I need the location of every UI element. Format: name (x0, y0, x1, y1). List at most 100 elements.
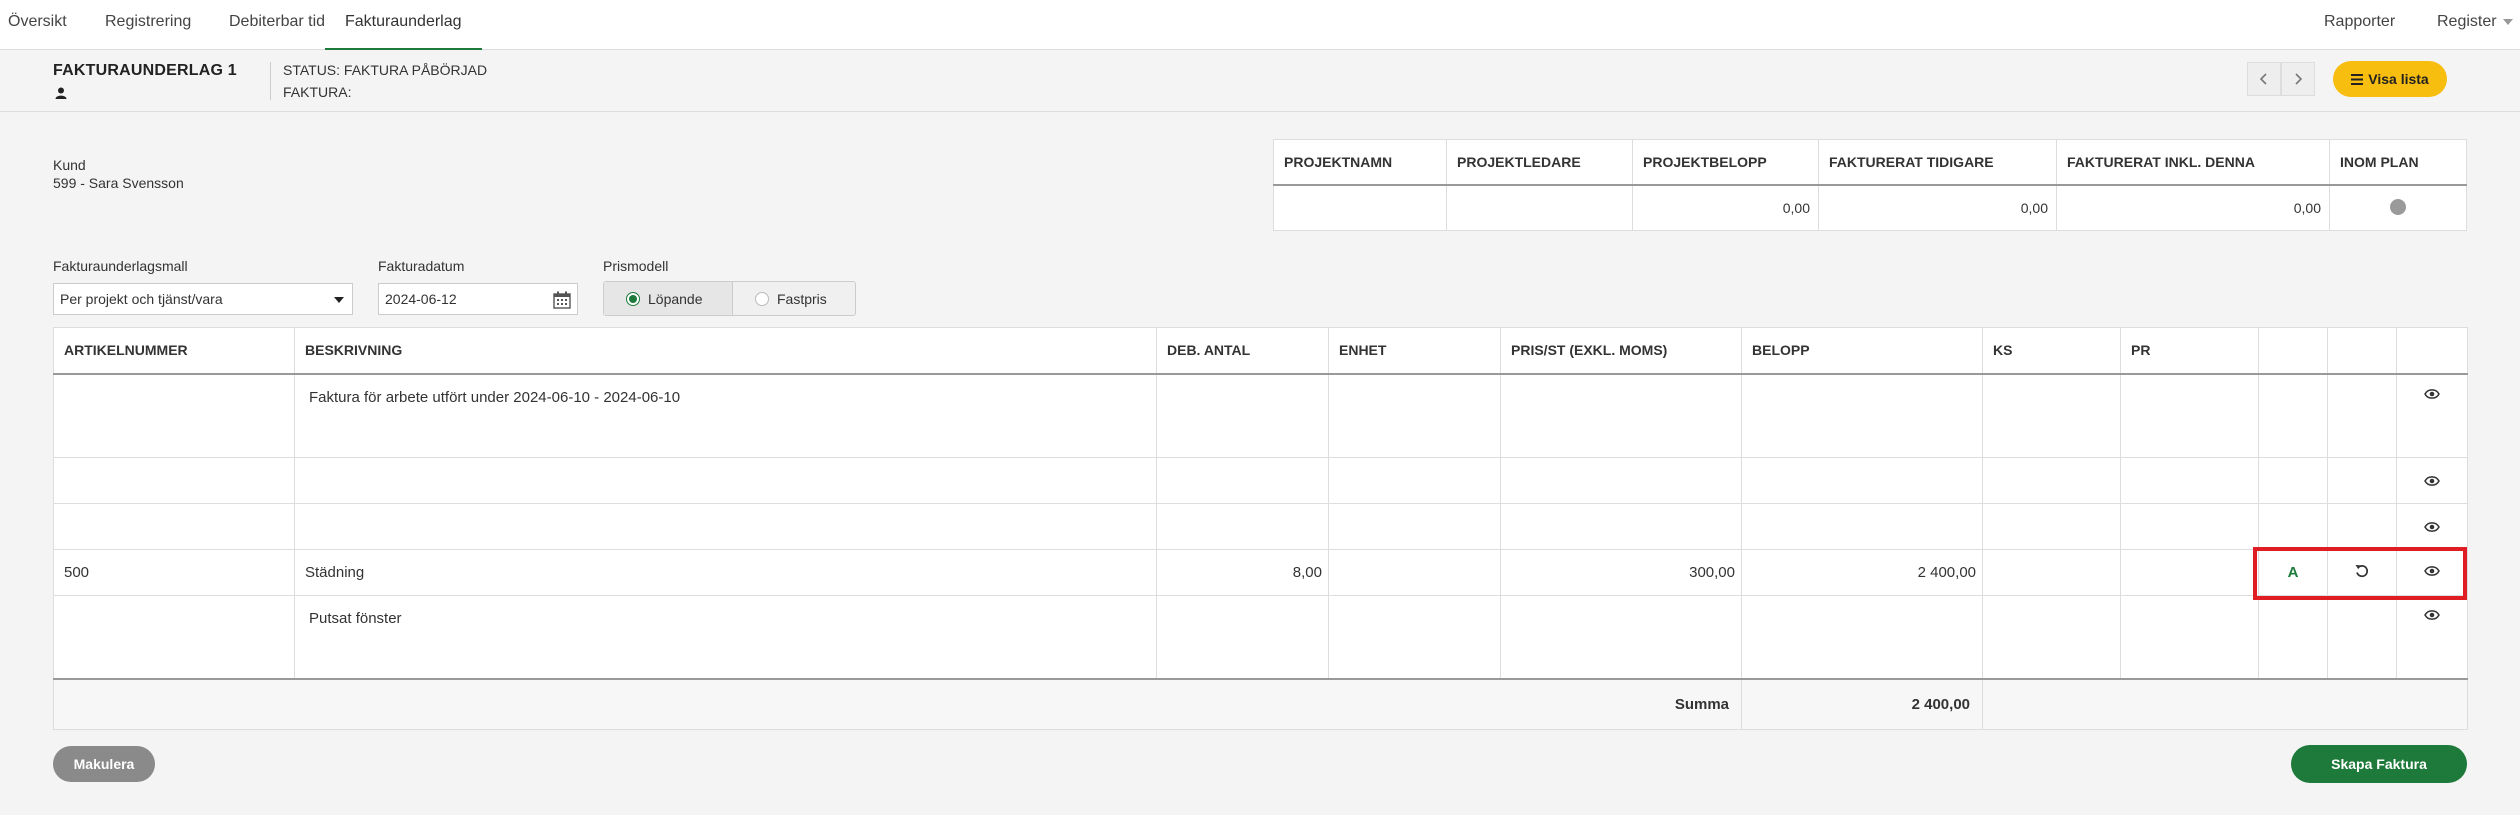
col-projektbelopp: PROJEKTBELOPP (1632, 139, 1819, 186)
eye-icon[interactable] (2424, 388, 2440, 400)
faktura-text: FAKTURA: (283, 84, 352, 100)
customer-value: 599 - Sara Svensson (53, 175, 184, 191)
row-view-cell (2396, 503, 2468, 550)
tab-oversikt[interactable]: Översikt (8, 0, 67, 50)
row-ks (1982, 457, 2121, 504)
col-pr: PR (2120, 327, 2259, 375)
row-action-2 (2327, 595, 2397, 679)
row-description[interactable] (294, 503, 1157, 550)
row-pr (2120, 457, 2259, 504)
row-qty: 8,00 (1156, 549, 1329, 596)
project-summary-table: PROJEKTNAMN PROJEKTLEDARE PROJEKTBELOPP … (1273, 139, 2467, 231)
row-price (1500, 595, 1742, 679)
col-action-3 (2396, 327, 2468, 375)
project-name (1273, 185, 1447, 231)
tab-fakturaunderlag[interactable]: Fakturaunderlag (325, 0, 482, 50)
row-pr (2120, 595, 2259, 679)
row-pr (2120, 503, 2259, 550)
col-enhet: ENHET (1328, 327, 1501, 375)
row-ks (1982, 595, 2121, 679)
visa-lista-button[interactable]: Visa lista (2333, 61, 2447, 97)
col-fakturerat-tidigare: FAKTURERAT TIDIGARE (1818, 139, 2057, 186)
row-unit (1328, 457, 1501, 504)
row-description[interactable] (294, 457, 1157, 504)
col-ks: KS (1982, 327, 2121, 375)
template-select-value: Per projekt och tjänst/vara (60, 291, 223, 307)
customer-label: Kund (53, 157, 86, 173)
row-ks (1982, 503, 2121, 550)
date-input[interactable]: 2024-06-12 (378, 283, 578, 315)
row-ks (1982, 549, 2121, 596)
radio-fastpris-label: Fastpris (777, 290, 827, 307)
col-projektnamn: PROJEKTNAMN (1273, 139, 1447, 186)
col-projektledare: PROJEKTLEDARE (1446, 139, 1633, 186)
table-row (53, 457, 2468, 504)
row-action-2 (2327, 373, 2397, 458)
chevron-right-icon (2295, 73, 2303, 85)
row-description[interactable]: Städning (294, 549, 1157, 596)
row-amount: 2 400,00 (1741, 549, 1983, 596)
top-nav: Översikt Registrering Debiterbar tid Fak… (0, 0, 2520, 50)
row-unit (1328, 549, 1501, 596)
row-qty (1156, 503, 1329, 550)
row-qty (1156, 457, 1329, 504)
page-title: FAKTURAUNDERLAG 1 (53, 62, 237, 79)
visa-lista-label: Visa lista (2368, 71, 2429, 87)
row-article (53, 373, 295, 458)
row-action-1 (2258, 457, 2328, 504)
price-model-radio-group: Löpande Fastpris (603, 281, 856, 316)
row-unit (1328, 595, 1501, 679)
tab-debiterbar-tid[interactable]: Debiterbar tid (229, 0, 325, 50)
row-action-2 (2327, 503, 2397, 550)
row-pr (2120, 373, 2259, 458)
row-amount (1741, 457, 1983, 504)
eye-icon[interactable] (2424, 521, 2440, 533)
sum-value: 2 400,00 (1741, 677, 1983, 730)
radio-lopande[interactable]: Löpande (604, 282, 733, 315)
sum-label: Summa (53, 677, 1742, 730)
template-select[interactable]: Per projekt och tjänst/vara (53, 283, 353, 315)
skapa-faktura-button[interactable]: Skapa Faktura (2291, 745, 2467, 783)
next-button[interactable] (2281, 62, 2315, 96)
prev-button[interactable] (2247, 62, 2281, 96)
makulera-button[interactable]: Makulera (53, 746, 155, 782)
register-label: Register (2437, 13, 2497, 30)
price-model-label: Prismodell (603, 258, 669, 274)
col-action-2 (2327, 327, 2397, 375)
calendar-icon[interactable] (553, 291, 571, 309)
row-unit (1328, 373, 1501, 458)
undo-icon[interactable] (2354, 563, 2370, 579)
row-description[interactable]: Faktura för arbete utfört under 2024-06-… (294, 373, 1157, 458)
eye-icon[interactable] (2424, 565, 2440, 577)
reports-link[interactable]: Rapporter (2324, 0, 2395, 50)
status-text: STATUS: FAKTURA PÅBÖRJAD (283, 62, 488, 78)
radio-unchecked-icon (755, 291, 769, 306)
table-row: 500 Städning 8,00 300,00 2 400,00 A (53, 549, 2468, 596)
radio-lopande-label: Löpande (648, 290, 703, 307)
radio-checked-icon (626, 291, 640, 306)
row-price (1500, 457, 1742, 504)
tab-registrering[interactable]: Registrering (105, 0, 191, 50)
row-article (53, 595, 295, 679)
row-view-cell (2396, 549, 2468, 596)
row-amount (1741, 503, 1983, 550)
register-menu[interactable]: Register (2437, 0, 2513, 50)
template-label: Fakturaunderlagsmall (53, 258, 188, 274)
chevron-down-icon (2502, 18, 2513, 25)
row-view-cell (2396, 373, 2468, 458)
a-marker-button[interactable]: A (2288, 564, 2299, 581)
col-inom-plan: INOM PLAN (2329, 139, 2467, 186)
table-footer: Summa 2 400,00 (53, 677, 2468, 730)
col-deb-antal: DEB. ANTAL (1156, 327, 1329, 375)
eye-icon[interactable] (2424, 475, 2440, 487)
radio-fastpris[interactable]: Fastpris (733, 282, 855, 315)
col-fakturerat-inkl: FAKTURERAT INKL. DENNA (2056, 139, 2330, 186)
row-description[interactable]: Putsat fönster (294, 595, 1157, 679)
footer-empty (1982, 677, 2468, 730)
row-a-cell: A (2258, 549, 2328, 596)
date-value: 2024-06-12 (385, 291, 457, 307)
row-price (1500, 503, 1742, 550)
row-article: 500 (53, 549, 295, 596)
eye-icon[interactable] (2424, 609, 2440, 621)
plan-status-dot (2390, 198, 2406, 215)
